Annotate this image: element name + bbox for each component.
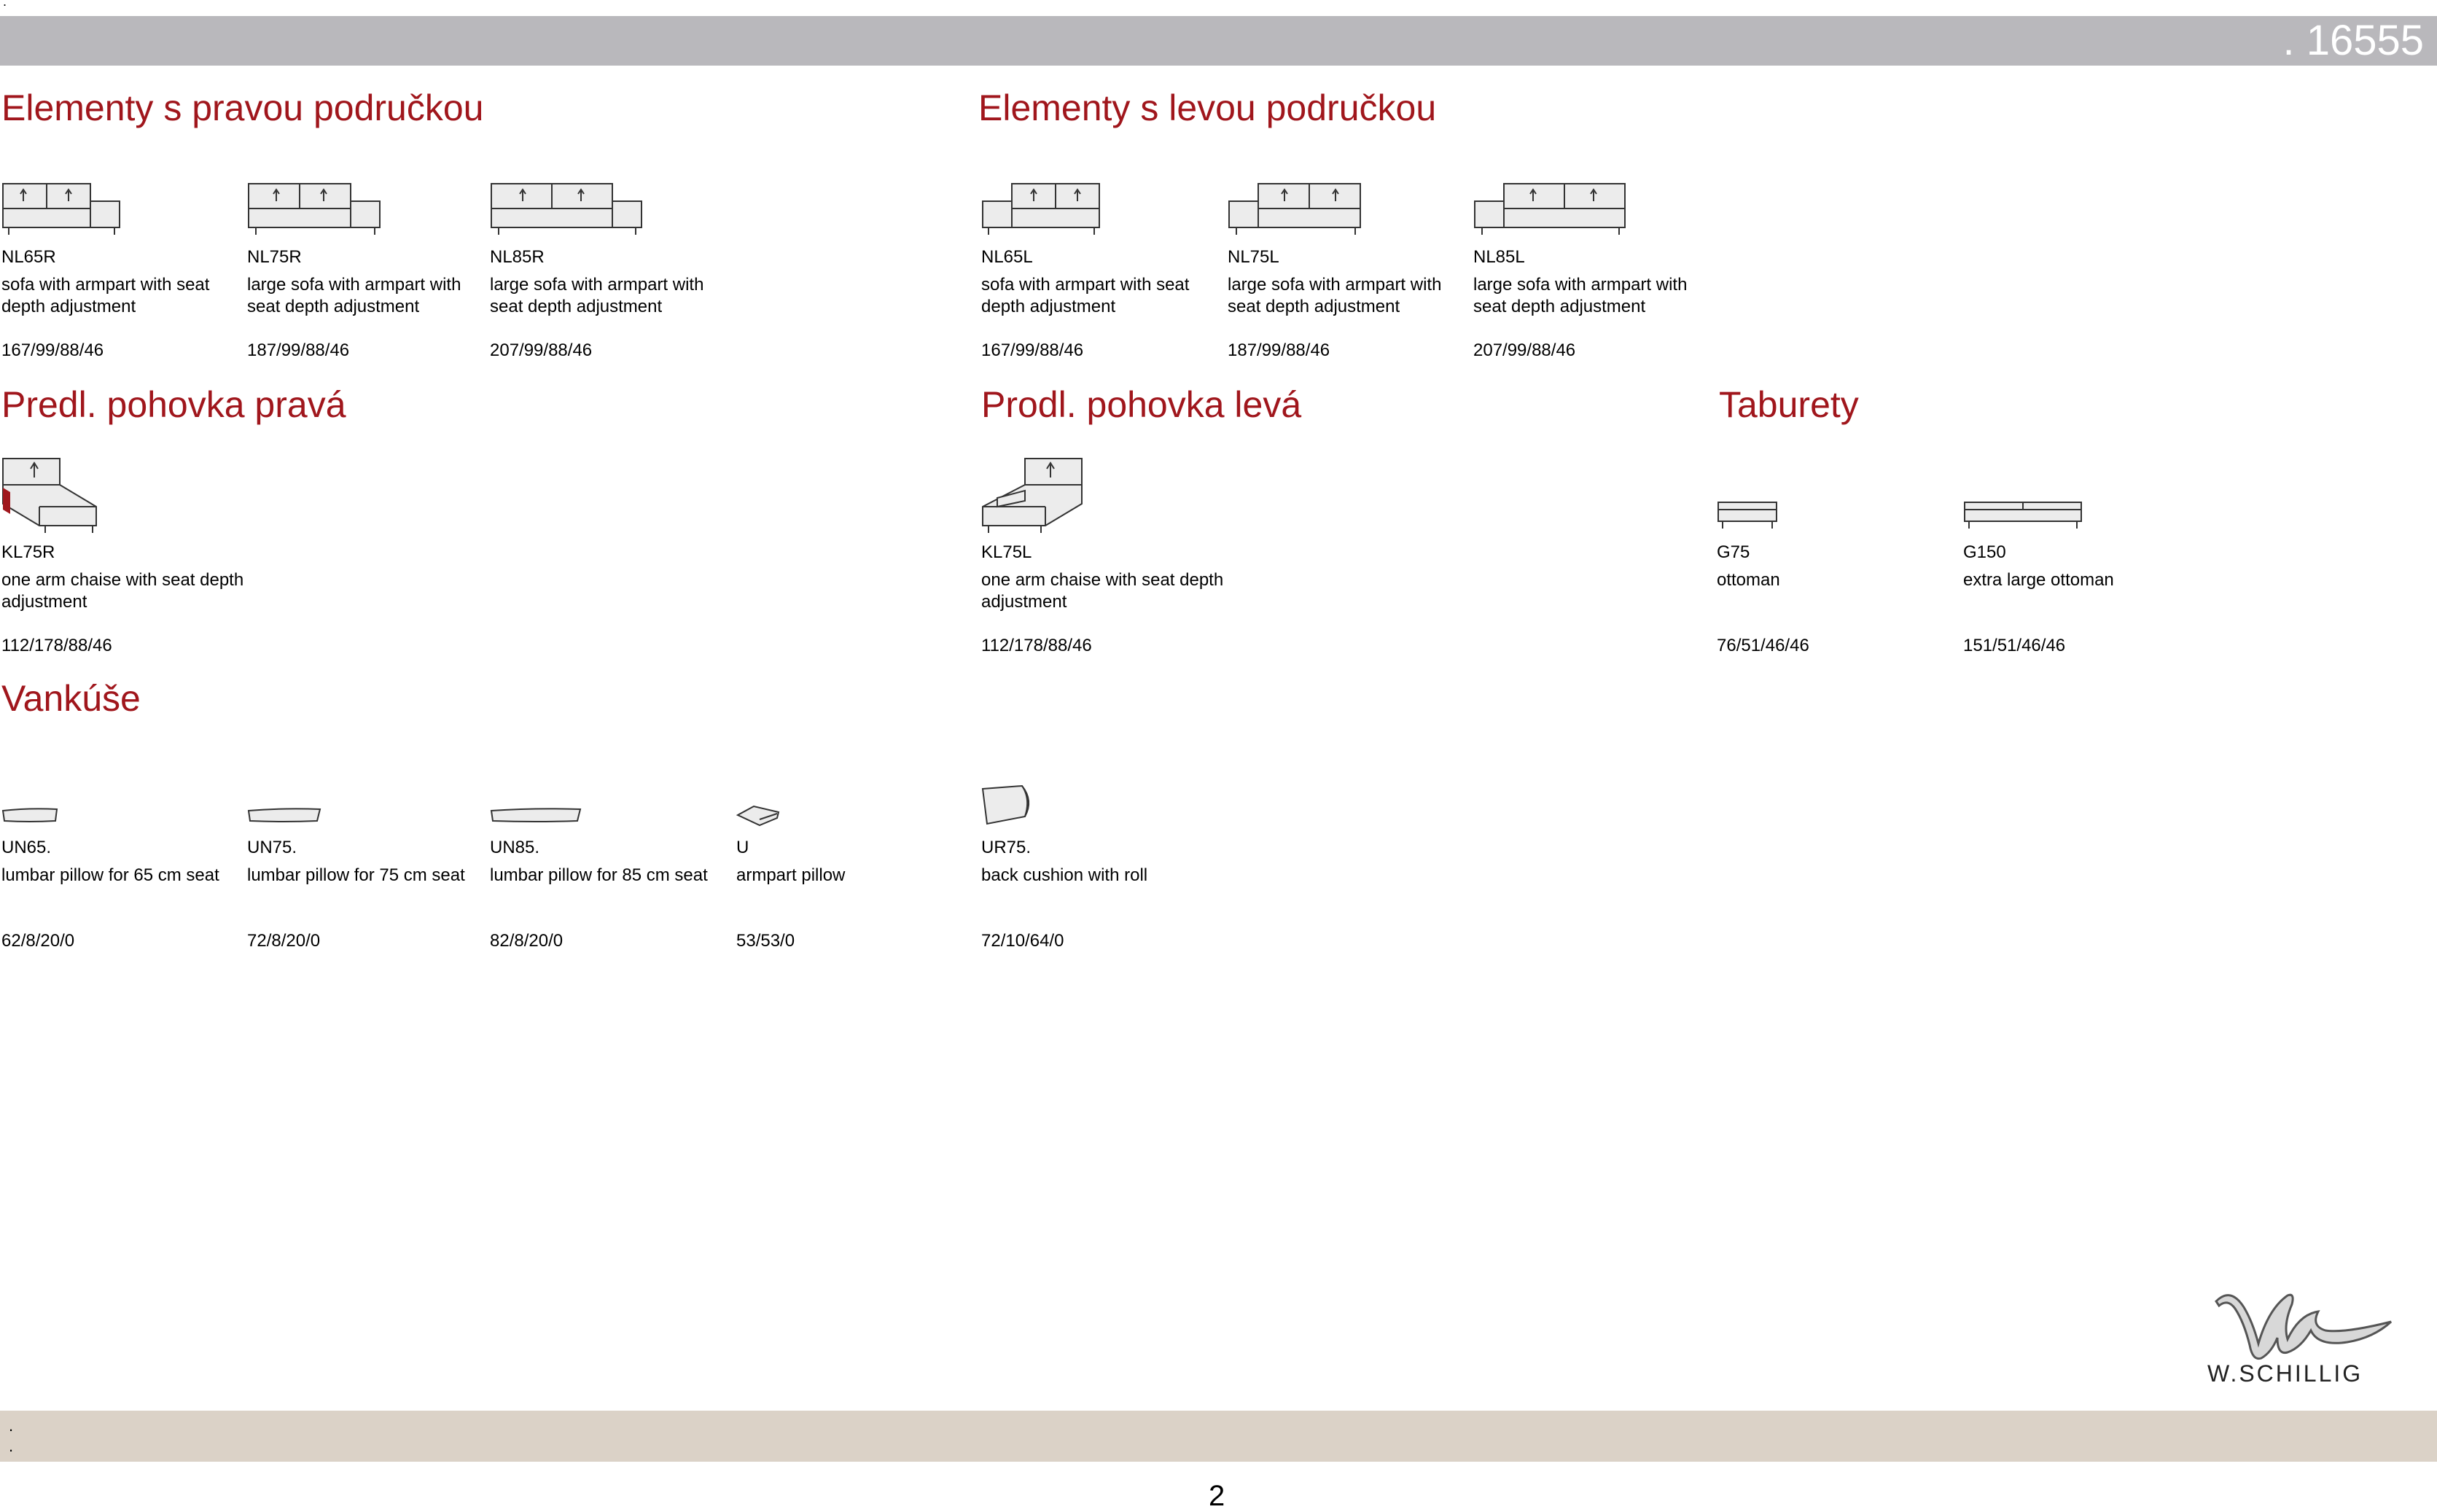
product-code: NL65R <box>1 247 56 267</box>
product-dimensions: 151/51/46/46 <box>1963 636 2066 655</box>
product-description: back cushion with roll <box>981 865 1148 885</box>
w-schillig-logo-icon: W.SCHILLIG <box>2202 1279 2420 1389</box>
product-description: one arm chaise with seat depth adjustmen… <box>1 570 244 612</box>
product-description: sofa with armpart with seat depth adjust… <box>1 275 210 316</box>
sofa-right-armrest-icon <box>248 183 381 235</box>
lumbar-pillow-icon <box>247 808 321 822</box>
product-code: G75 <box>1717 542 1750 562</box>
product-dimensions: 187/99/88/46 <box>247 340 350 360</box>
chaise-left-icon <box>982 458 1083 533</box>
product-dimensions: 62/8/20/0 <box>1 931 75 951</box>
top-mark: . <box>3 0 7 9</box>
footer-line-2: . <box>9 1437 14 1455</box>
product-code: UN65. <box>1 838 52 857</box>
product-code: KL75L <box>981 542 1032 562</box>
product-description: lumbar pillow for 85 cm seat <box>490 865 708 885</box>
product-description: large sofa with armpart with seat depth … <box>1473 275 1688 316</box>
back-cushion-icon <box>981 784 1030 825</box>
product-dimensions: 187/99/88/46 <box>1228 340 1330 360</box>
product-dimensions: 53/53/0 <box>736 931 795 951</box>
product-description: armpart pillow <box>736 865 846 885</box>
product-description: extra large ottoman <box>1963 570 2114 590</box>
section-title-chaise-right: Predl. pohovka pravá <box>1 384 346 425</box>
product-code: G150 <box>1963 542 2006 562</box>
sofa-left-armrest-icon <box>982 183 1100 235</box>
sofa-right-armrest-icon <box>491 183 642 235</box>
page-number: 2 <box>1209 1480 1225 1512</box>
product-dimensions: 112/178/88/46 <box>981 636 1092 655</box>
product-dimensions: 112/178/88/46 <box>1 636 112 655</box>
product-dimensions: 76/51/46/46 <box>1717 636 1809 655</box>
sofa-left-armrest-icon <box>1228 183 1361 235</box>
footer-line-1: . <box>9 1416 14 1435</box>
product-description: ottoman <box>1717 570 1780 590</box>
product-code: UR75. <box>981 838 1032 857</box>
brand-wordmark: W.SCHILLIG <box>2207 1360 2363 1387</box>
product-description: large sofa with armpart with seat depth … <box>1228 275 1442 316</box>
section-title-ottomans: Taburety <box>1719 384 1859 425</box>
product-description: one arm chaise with seat depth adjustmen… <box>981 570 1224 612</box>
sofa-left-armrest-icon <box>1474 183 1626 235</box>
catalog-code: . 16555 <box>2282 17 2424 64</box>
top-bar: . 16555 <box>0 16 2437 66</box>
product-dimensions: 167/99/88/46 <box>981 340 1084 360</box>
product-dimensions: 72/8/20/0 <box>247 931 321 951</box>
product-dimensions: 207/99/88/46 <box>1473 340 1576 360</box>
product-description: sofa with armpart with seat depth adjust… <box>981 275 1190 316</box>
product-code: NL75R <box>247 247 302 267</box>
product-code: KL75R <box>1 542 55 562</box>
product-code: UN75. <box>247 838 297 857</box>
chaise-right-icon <box>2 458 97 533</box>
lumbar-pillow-icon <box>1 808 58 822</box>
product-code: NL75L <box>1228 247 1279 267</box>
footer-bar: . . <box>0 1411 2437 1462</box>
product-code: NL85L <box>1473 247 1525 267</box>
section-title-chaise-left: Prodl. pohovka levá <box>981 384 1302 425</box>
sofa-right-armrest-icon <box>2 183 120 235</box>
product-description: lumbar pillow for 65 cm seat <box>1 865 219 885</box>
product-description: large sofa with armpart with seat depth … <box>247 275 461 316</box>
product-dimensions: 82/8/20/0 <box>490 931 564 951</box>
product-code: NL65L <box>981 247 1033 267</box>
lumbar-pillow-icon <box>490 808 582 822</box>
section-title-right-armrest: Elementy s pravou područkou <box>1 87 484 128</box>
product-code: U <box>736 838 749 857</box>
product-dimensions: 72/10/64/0 <box>981 931 1064 951</box>
product-code: UN85. <box>490 838 540 857</box>
section-title-pillows: Vankúše <box>1 678 141 719</box>
product-description: large sofa with armpart with seat depth … <box>490 275 704 316</box>
product-dimensions: 207/99/88/46 <box>490 340 593 360</box>
product-description: lumbar pillow for 75 cm seat <box>247 865 465 885</box>
ottoman-large-icon <box>1964 502 2082 529</box>
ottoman-icon <box>1717 502 1777 529</box>
product-code: NL85R <box>490 247 545 267</box>
product-dimensions: 167/99/88/46 <box>1 340 104 360</box>
armpart-pillow-icon <box>736 805 780 827</box>
section-title-left-armrest: Elementy s levou područkou <box>978 87 1437 128</box>
